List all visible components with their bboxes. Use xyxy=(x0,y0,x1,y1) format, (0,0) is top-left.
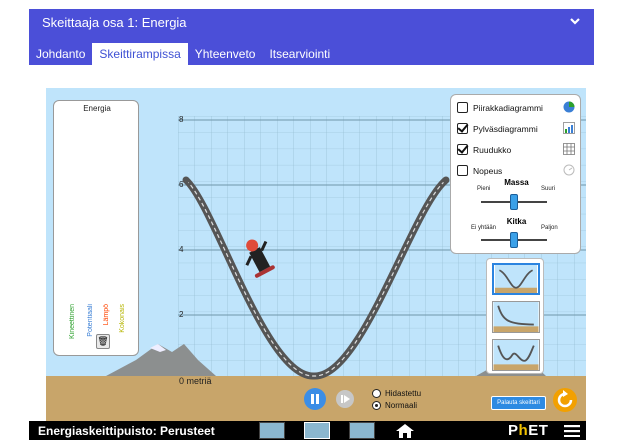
reset-all-button[interactable] xyxy=(553,388,577,412)
grid-label: 4 xyxy=(179,245,184,254)
bar-label-thermal: Lämpö xyxy=(103,304,110,326)
checkbox-label: Nopeus xyxy=(473,165,503,176)
checkbox-label: Piirakkadiagrammi xyxy=(473,102,543,113)
track-endpoint[interactable] xyxy=(182,176,190,184)
tab-skeittirampissa[interactable]: Skeittirampissa xyxy=(92,43,188,65)
course-header: Skeittaaja osa 1: Energia Johdanto Skeit… xyxy=(29,9,594,65)
control-panel: Piirakkadiagrammi Pylväsdiagrammi Ruuduk… xyxy=(450,94,581,254)
grid-label: 8 xyxy=(179,115,184,124)
pause-button[interactable] xyxy=(304,388,326,410)
friction-max-label: Paljon xyxy=(541,225,558,231)
radio[interactable] xyxy=(372,389,381,398)
track-endpoint[interactable] xyxy=(442,176,450,184)
hamburger-menu-icon[interactable] xyxy=(564,425,580,437)
friction-min-label: Ei yhtään xyxy=(471,225,497,231)
simulation-area: Energia Kineettinen Potentiaali Lämpö Ko… xyxy=(46,88,586,440)
checkbox[interactable] xyxy=(457,165,468,176)
checkbox[interactable] xyxy=(457,144,468,155)
bar-chart-icon xyxy=(563,122,575,134)
mass-slider-thumb[interactable] xyxy=(510,194,518,210)
checkbox-label: Pylväsdiagrammi xyxy=(473,123,538,134)
radio[interactable] xyxy=(372,401,381,410)
trash-icon[interactable]: 🗑 xyxy=(96,334,110,349)
step-icon xyxy=(341,395,350,403)
energy-chart-panel[interactable]: Energia Kineettinen Potentiaali Lämpö Ko… xyxy=(53,100,139,356)
screen-intro-icon[interactable] xyxy=(259,422,285,439)
radio-label: Normaali xyxy=(385,401,418,410)
tab-bar: Johdanto Skeittirampissa Yhteenveto Itse… xyxy=(29,43,337,65)
speed-option-normal[interactable]: Normaali xyxy=(372,400,417,411)
grid-label: 2 xyxy=(179,310,184,319)
checkbox-speed[interactable]: Nopeus xyxy=(457,164,502,177)
navigation-bar: Energiaskeittipuisto: Perusteet PhET xyxy=(29,421,586,440)
track-option-slope[interactable] xyxy=(492,301,540,333)
checkbox-bar-chart[interactable]: Pylväsdiagrammi xyxy=(457,122,538,135)
checkbox[interactable] xyxy=(457,123,468,134)
energy-chart-title: Energia xyxy=(83,104,111,113)
friction-slider-thumb[interactable] xyxy=(510,232,518,248)
screen-friction-icon[interactable] xyxy=(304,422,330,439)
tab-johdanto[interactable]: Johdanto xyxy=(29,43,92,65)
bar-label-kinetic: Kineettinen xyxy=(69,304,76,340)
checkbox[interactable] xyxy=(457,102,468,113)
mass-min-label: Pieni xyxy=(477,186,491,192)
pie-chart-icon xyxy=(563,101,575,113)
phet-logo[interactable]: PhET xyxy=(508,422,548,439)
bar-label-total: Kokonais xyxy=(119,304,126,333)
checkbox-grid[interactable]: Ruudukko xyxy=(457,143,511,156)
reset-icon xyxy=(557,390,573,408)
speed-option-slow[interactable]: Hidastettu xyxy=(372,388,421,399)
checkbox-label: Ruudukko xyxy=(473,144,512,155)
checkbox-pie-chart[interactable]: Piirakkadiagrammi xyxy=(457,101,543,114)
radio-label: Hidastettu xyxy=(385,389,422,398)
grid-label: 6 xyxy=(179,180,184,189)
screen-playground-icon[interactable] xyxy=(349,422,375,439)
chevron-down-icon[interactable] xyxy=(568,14,582,28)
tab-yhteenveto[interactable]: Yhteenveto xyxy=(188,43,263,65)
tab-itsearviointi[interactable]: Itsearviointi xyxy=(262,43,337,65)
course-title: Skeittaaja osa 1: Energia xyxy=(42,15,187,30)
grid-icon xyxy=(563,143,575,155)
bar-label-potential: Potentiaali xyxy=(87,304,94,337)
ground-level-label: 0 metriä xyxy=(179,376,212,386)
home-icon[interactable] xyxy=(395,423,415,439)
speedometer-icon xyxy=(563,164,575,176)
mass-max-label: Suuri xyxy=(541,186,556,192)
pause-icon xyxy=(311,394,319,404)
mass-slider-title: Massa xyxy=(504,178,529,187)
reset-skater-button[interactable]: Palauta skeittari xyxy=(491,396,546,410)
track-option-double-well[interactable] xyxy=(492,339,540,371)
sim-title: Energiaskeittipuisto: Perusteet xyxy=(38,424,215,438)
track-option-parabola[interactable] xyxy=(492,263,540,295)
step-button[interactable] xyxy=(336,390,354,408)
track-chooser xyxy=(486,258,544,374)
